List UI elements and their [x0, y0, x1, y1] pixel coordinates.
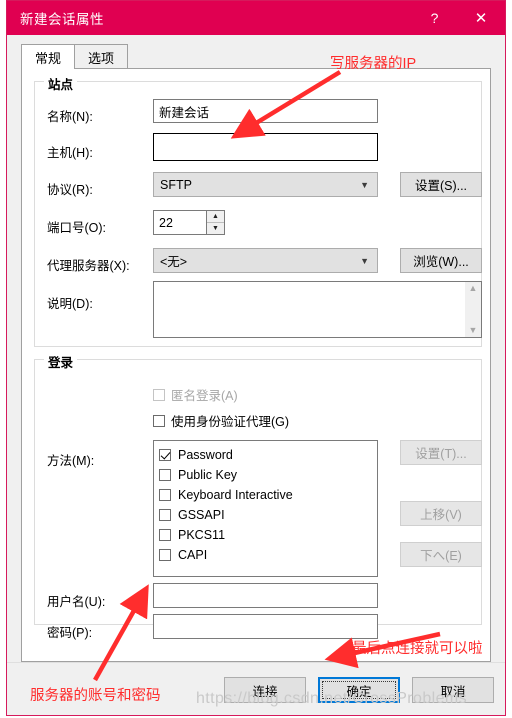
- list-item-label: CAPI: [178, 548, 208, 562]
- list-item[interactable]: CAPI: [159, 545, 377, 565]
- method-move-down-button[interactable]: 下へ(E): [400, 542, 482, 567]
- proxy-label: 代理服务器(X):: [47, 259, 130, 273]
- site-group-legend: 站点: [44, 74, 78, 93]
- list-item-label: Password: [178, 448, 233, 462]
- close-icon[interactable]: ✕: [457, 1, 505, 35]
- host-input[interactable]: [153, 133, 378, 161]
- auth-agent-label: 使用身份验证代理(G): [171, 415, 290, 429]
- stepper-down-icon[interactable]: ▼: [207, 223, 224, 234]
- name-label: 名称(N):: [47, 110, 93, 124]
- chevron-down-icon: ▼: [360, 255, 369, 266]
- name-input[interactable]: 新建会话: [153, 99, 378, 123]
- description-label: 说明(D):: [47, 297, 93, 311]
- checkbox-box-icon: [159, 529, 171, 541]
- port-label: 端口号(O):: [47, 221, 107, 235]
- login-group-legend: 登录: [44, 352, 78, 371]
- checkbox-box-icon: [159, 449, 171, 461]
- list-item[interactable]: Public Key: [159, 465, 377, 485]
- description-textarea[interactable]: ▲ ▼: [153, 281, 482, 338]
- list-item-label: Public Key: [178, 468, 238, 482]
- password-label: 密码(P):: [47, 626, 93, 640]
- proxy-selected-value: <无>: [160, 255, 188, 269]
- scroll-down-icon[interactable]: ▼: [469, 326, 478, 335]
- list-item[interactable]: GSSAPI: [159, 505, 377, 525]
- auth-method-listbox[interactable]: Password Public Key Keyboard Interactive…: [153, 440, 378, 577]
- title-bar-buttons: ? ✕: [412, 1, 505, 35]
- method-settings-button[interactable]: 设置(T)...: [400, 440, 482, 465]
- list-item-label: PKCS11: [178, 528, 226, 542]
- auth-agent-checkbox[interactable]: 使用身份验证代理(G): [153, 411, 289, 430]
- tab-general[interactable]: 常规: [21, 44, 76, 69]
- checkbox-box-icon: [159, 549, 171, 561]
- list-item-label: Keyboard Interactive: [178, 488, 293, 502]
- password-input[interactable]: [153, 614, 378, 639]
- list-item[interactable]: PKCS11: [159, 525, 377, 545]
- scroll-up-icon[interactable]: ▲: [469, 284, 478, 293]
- description-scrollbar[interactable]: ▲ ▼: [465, 282, 481, 337]
- dialog-window: 新建会话属性 ? ✕ 常规 选项 站点 名称(N): 新建会话 主机(H): 协…: [6, 0, 506, 716]
- host-label: 主机(H):: [47, 146, 93, 160]
- chevron-down-icon: ▼: [360, 179, 369, 190]
- proxy-browse-button[interactable]: 浏览(W)...: [400, 248, 482, 273]
- annotation-text-bottom-left: 服务器的账号和密码: [30, 688, 161, 704]
- annotation-text-bottom-right: 最后点连接就可以啦: [352, 641, 483, 657]
- tab-strip: 常规 选项: [21, 43, 505, 69]
- checkbox-box-icon: [159, 489, 171, 501]
- method-label: 方法(M):: [47, 454, 95, 468]
- protocol-label: 协议(R):: [47, 183, 93, 197]
- username-label: 用户名(U):: [47, 595, 106, 609]
- help-icon[interactable]: ?: [412, 1, 457, 35]
- proxy-select[interactable]: <无> ▼: [153, 248, 378, 273]
- protocol-settings-button[interactable]: 设置(S)...: [400, 172, 482, 197]
- username-input[interactable]: [153, 583, 378, 608]
- dialog-client-area: 常规 选项 站点 名称(N): 新建会话 主机(H): 协议(R): SFTP …: [7, 35, 505, 715]
- anonymous-login-checkbox[interactable]: 匿名登录(A): [153, 385, 238, 404]
- method-move-up-button[interactable]: 上移(V): [400, 501, 482, 526]
- list-item-label: GSSAPI: [178, 508, 225, 522]
- list-item[interactable]: Password: [159, 445, 377, 465]
- checkbox-box-icon: [159, 469, 171, 481]
- watermark-text: https://blog.csdn.net/CrossProblems: [196, 690, 468, 707]
- annotation-text-top: 写服务器的IP: [330, 56, 417, 72]
- stepper-up-icon[interactable]: ▲: [207, 211, 224, 223]
- checkbox-box-icon: [153, 388, 165, 401]
- protocol-select[interactable]: SFTP ▼: [153, 172, 378, 197]
- window-title: 新建会话属性: [20, 12, 104, 27]
- checkbox-box-icon: [153, 414, 165, 427]
- title-bar: 新建会话属性 ? ✕: [7, 1, 505, 35]
- anonymous-login-label: 匿名登录(A): [171, 389, 238, 403]
- list-item[interactable]: Keyboard Interactive: [159, 485, 377, 505]
- port-stepper[interactable]: ▲ ▼: [206, 210, 225, 235]
- tab-options[interactable]: 选项: [74, 44, 129, 69]
- tab-page-general: 站点 名称(N): 新建会话 主机(H): 协议(R): SFTP ▼ 设置(S…: [21, 68, 491, 662]
- checkbox-box-icon: [159, 509, 171, 521]
- protocol-selected-value: SFTP: [160, 177, 192, 192]
